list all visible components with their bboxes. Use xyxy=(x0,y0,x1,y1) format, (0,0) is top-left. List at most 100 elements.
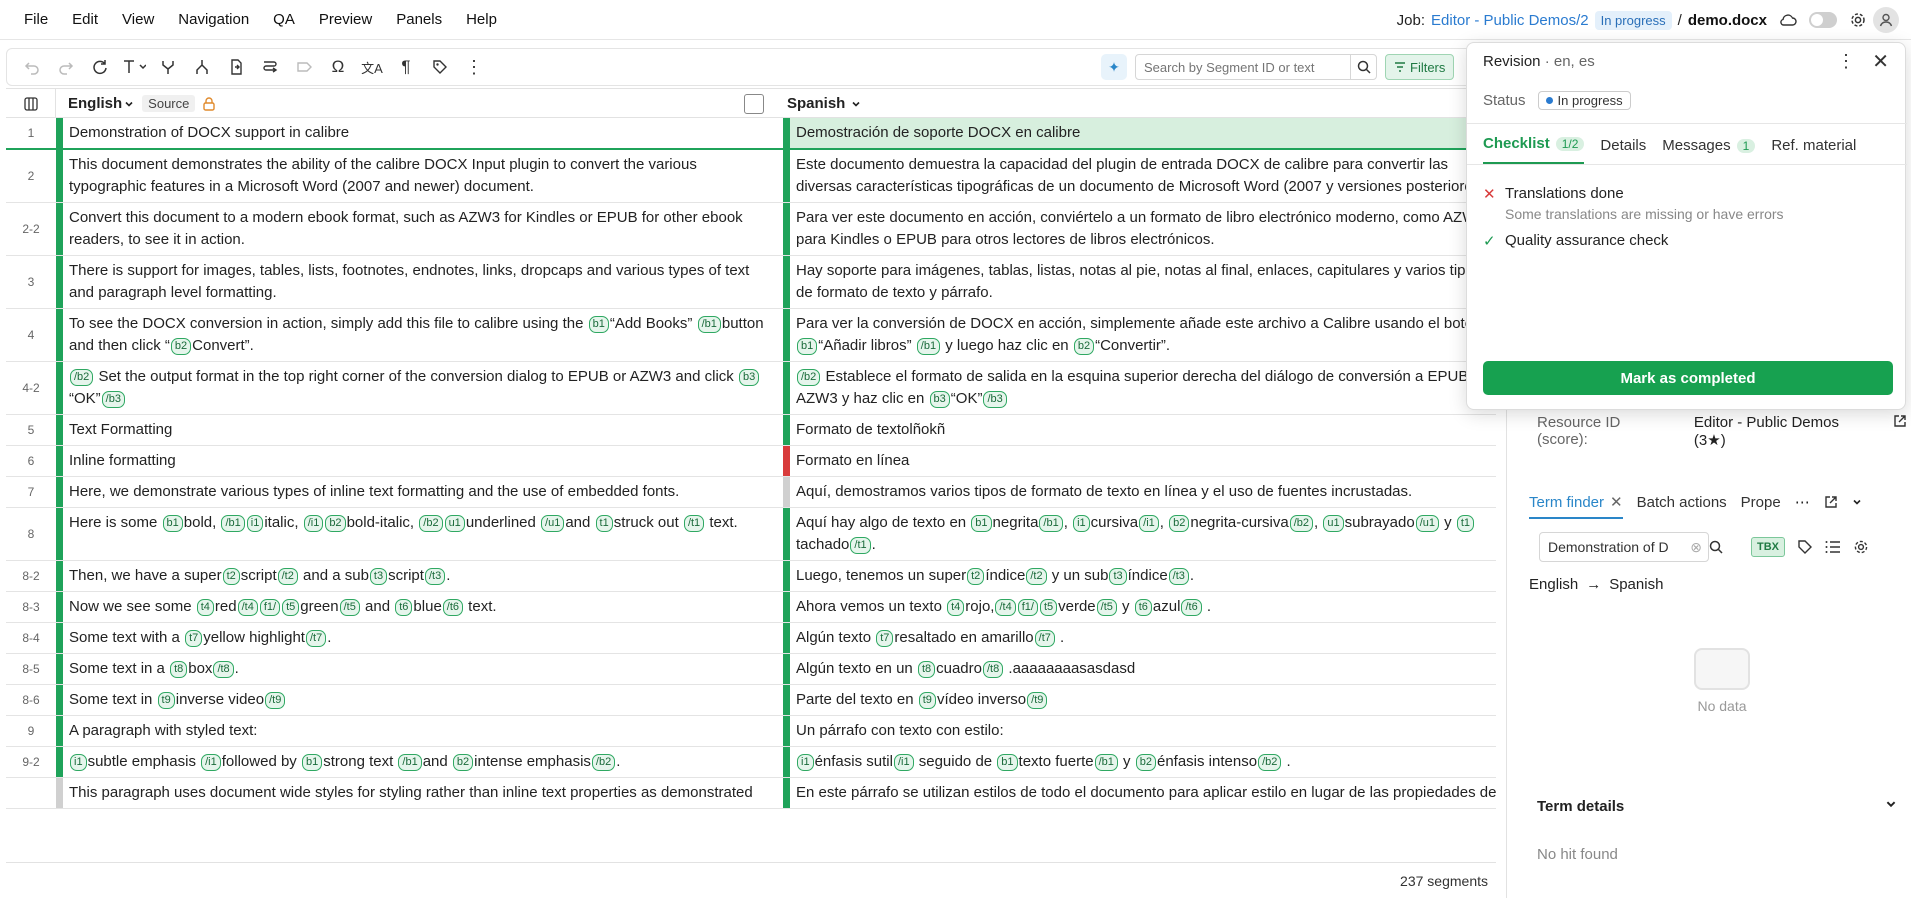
inline-tag[interactable]: /u1 xyxy=(541,515,565,532)
target-text-editor[interactable]: Formato en línea xyxy=(790,446,1496,476)
inline-tag[interactable]: /t6 xyxy=(442,599,464,616)
inline-tag[interactable]: /t3 xyxy=(424,568,446,585)
inline-tag[interactable]: i1 xyxy=(246,515,264,532)
inline-tag[interactable]: i1 xyxy=(70,754,87,771)
menu-navigation[interactable]: Navigation xyxy=(166,0,261,40)
tab-batch-actions[interactable]: Batch actions xyxy=(1637,494,1727,519)
inline-tag[interactable]: /b1 xyxy=(916,338,941,355)
inline-tag[interactable]: b2 xyxy=(1135,754,1156,771)
segment-search-input[interactable] xyxy=(1136,59,1350,75)
target-text-editor[interactable]: Luego, tenemos un super t2 índice/t2 y un … xyxy=(790,561,1496,591)
segment-row[interactable]: 2-2 Convert this document to a modern ebo… xyxy=(6,203,1496,256)
segment-row[interactable]: 3 There is support for images, tables, li… xyxy=(6,256,1496,309)
segment-row[interactable]: 8-5 Some text in a t8 box/t8. Algún texto e… xyxy=(6,654,1496,685)
menu-view[interactable]: View xyxy=(110,0,166,40)
inline-tag[interactable]: t3 xyxy=(1109,568,1127,585)
menu-panels[interactable]: Panels xyxy=(384,0,454,40)
inline-tag[interactable]: b3 xyxy=(738,369,760,386)
inline-tag[interactable]: /b2 xyxy=(419,515,443,532)
segment-row[interactable]: 2 This document demonstrates the ability … xyxy=(6,150,1496,203)
segment-row[interactable]: 9 A paragraph with styled text: Un párrafo… xyxy=(6,716,1496,747)
inline-tag[interactable]: i1 xyxy=(1073,515,1090,532)
inline-tag[interactable]: /b3 xyxy=(101,391,125,408)
menu-qa[interactable]: QA xyxy=(261,0,307,40)
inline-tag[interactable]: /i1 xyxy=(303,515,324,532)
omega-icon[interactable]: Ω xyxy=(323,52,353,82)
term-search-input[interactable]: Demonstration of D ⊗ xyxy=(1539,532,1709,562)
merge-icon[interactable] xyxy=(153,52,183,82)
inline-tag[interactable]: t1 xyxy=(1456,515,1475,532)
inline-tag[interactable]: b1 xyxy=(301,754,323,771)
undo-icon[interactable] xyxy=(17,52,47,82)
inline-tag[interactable]: t7 xyxy=(876,630,894,647)
inline-tag[interactable]: /t5 xyxy=(1096,599,1117,616)
inline-tag[interactable]: b2 xyxy=(1169,515,1190,532)
more-icon[interactable]: ⋮ xyxy=(459,52,489,82)
list-icon[interactable] xyxy=(1825,540,1841,554)
search-icon[interactable] xyxy=(1350,55,1376,79)
segment-row[interactable]: 8-3 Now we see some t4 red/t4 f1/t5 green/t5… xyxy=(6,592,1496,623)
clear-icon[interactable]: ⊗ xyxy=(1684,539,1708,556)
segment-row[interactable]: 5 Text Formatting Formato de textolñokñ xyxy=(6,415,1496,446)
target-text-editor[interactable]: Aquí hay algo de texto en b1 negrita/b1, … xyxy=(790,508,1496,560)
inline-tag[interactable]: /t8 xyxy=(983,661,1004,678)
inline-tag[interactable]: /b1 xyxy=(697,316,721,333)
segment-row[interactable]: 1 Demonstration of DOCX support in calibr… xyxy=(6,118,1496,150)
target-text-editor[interactable]: Parte del texto en t9 vídeo inverso/t9 xyxy=(790,685,1496,715)
inline-tag[interactable]: /b1 xyxy=(1039,515,1063,532)
inline-tag[interactable]: b1 xyxy=(997,754,1018,771)
inline-tag[interactable]: b2 xyxy=(1073,338,1095,355)
menu-help[interactable]: Help xyxy=(454,0,509,40)
inline-tag[interactable]: b1 xyxy=(162,515,183,532)
inline-tag[interactable]: i1 xyxy=(797,754,814,771)
inline-tag[interactable]: t6 xyxy=(395,599,413,616)
inline-tag[interactable]: /i1 xyxy=(201,754,221,771)
target-lang-dropdown[interactable]: Spanish xyxy=(787,95,845,112)
inline-tag[interactable]: /t7 xyxy=(1034,630,1055,647)
menu-file[interactable]: File xyxy=(12,0,60,40)
inline-tag[interactable]: t9 xyxy=(918,692,936,709)
target-text-editor[interactable]: Aquí, demostramos varios tipos de format… xyxy=(790,477,1496,507)
external-link-icon[interactable] xyxy=(1893,414,1907,449)
clear-format-icon[interactable] xyxy=(119,52,149,82)
inline-tag[interactable]: t2 xyxy=(222,568,240,585)
filters-button[interactable]: Filters xyxy=(1385,54,1455,80)
inline-tag[interactable]: t6 xyxy=(1134,599,1152,616)
inline-tag[interactable]: /i1 xyxy=(893,754,914,771)
target-text-editor[interactable]: Para ver la conversión de DOCX en acción… xyxy=(790,309,1496,361)
inline-tag[interactable]: b1 xyxy=(797,338,818,355)
gear-icon[interactable] xyxy=(1853,539,1869,555)
inline-tag[interactable]: t3 xyxy=(369,568,388,585)
refresh-icon[interactable] xyxy=(85,52,115,82)
popout-icon[interactable] xyxy=(1824,495,1838,517)
chevron-down-icon[interactable] xyxy=(851,99,861,109)
segment-row[interactable]: 6 Inline formatting Formato en línea xyxy=(6,446,1496,477)
segment-row[interactable]: 9-2 i1 subtle emphasis /i1 followed by b1 st… xyxy=(6,747,1496,778)
inline-tag[interactable]: /t4 xyxy=(237,599,258,616)
inline-tag[interactable]: b2 xyxy=(325,515,346,532)
inline-tag[interactable]: t1 xyxy=(595,515,613,532)
inline-tag[interactable]: /t2 xyxy=(1026,568,1047,585)
tab-messages[interactable]: Messages 1 xyxy=(1662,137,1756,164)
inline-tag[interactable]: b2 xyxy=(170,338,192,355)
inline-tag[interactable]: t5 xyxy=(282,599,300,616)
segment-row[interactable]: 8 Here is some b1 bold, /b1 i1 italic, /i1 b2… xyxy=(6,508,1496,561)
target-text-editor[interactable]: Algún texto t7 resaltado en amarillo/t7 . xyxy=(790,623,1496,653)
inline-tag[interactable]: /b2 xyxy=(591,754,616,771)
tbx-button[interactable]: TBX xyxy=(1751,537,1785,557)
inline-tag[interactable]: /b3 xyxy=(983,391,1007,408)
user-avatar-icon[interactable] xyxy=(1873,7,1899,33)
inline-tag[interactable]: t9 xyxy=(157,692,175,709)
inline-tag[interactable]: /t8 xyxy=(213,661,234,678)
inline-tag[interactable]: t8 xyxy=(170,661,188,678)
tab-properties[interactable]: Prope xyxy=(1741,494,1781,519)
target-text-editor[interactable]: Formato de textolñokñ xyxy=(790,415,1496,445)
inline-tag[interactable]: /t9 xyxy=(1027,692,1048,709)
inline-tag[interactable]: f1/ xyxy=(259,599,281,616)
close-icon[interactable]: ✕ xyxy=(1610,493,1623,511)
inline-tag[interactable]: b3 xyxy=(929,391,950,408)
term-details-header[interactable]: Term details xyxy=(1537,798,1897,815)
target-text-editor[interactable]: Hay soporte para imágenes, tablas, lista… xyxy=(790,256,1496,308)
job-project-link[interactable]: Editor - Public Demos/2 xyxy=(1431,12,1589,29)
target-text-editor[interactable]: Un párrafo con texto con estilo: xyxy=(790,716,1496,746)
